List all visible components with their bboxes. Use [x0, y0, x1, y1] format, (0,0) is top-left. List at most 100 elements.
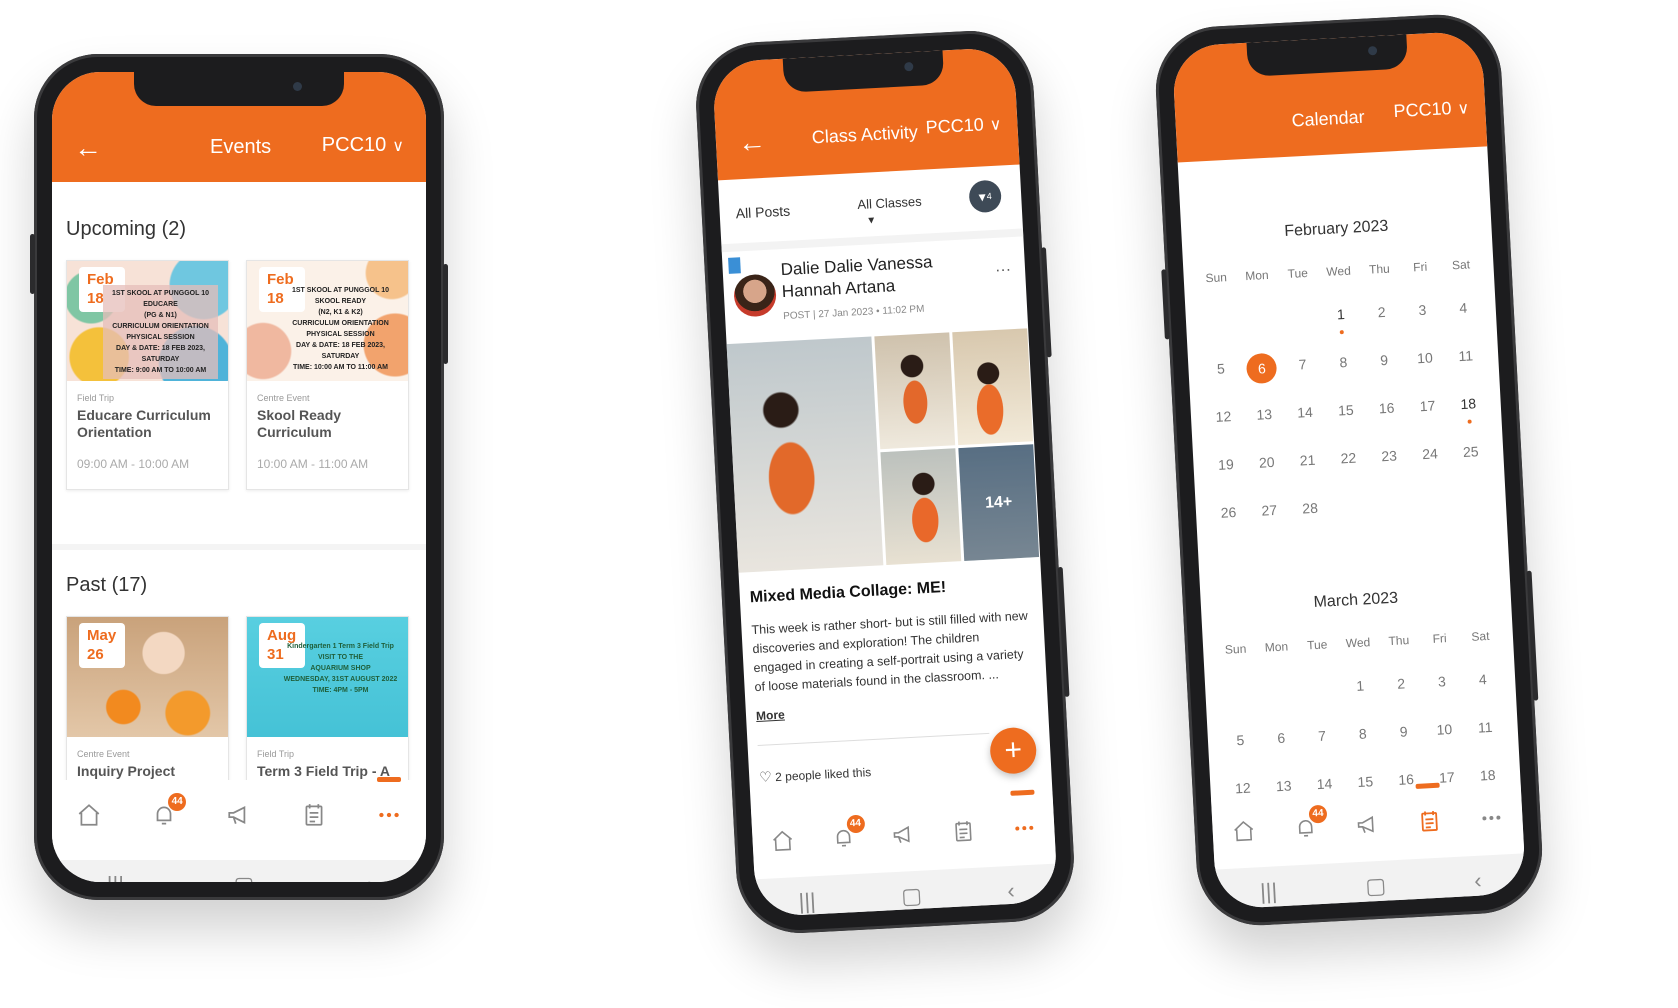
photo[interactable] [726, 336, 884, 573]
all-posts-label[interactable]: All Posts [735, 203, 790, 222]
back-arrow-icon[interactable]: ← [737, 126, 767, 159]
calendar-day[interactable]: 3 [1421, 672, 1463, 694]
bottom-nav: 44 [1210, 781, 1525, 868]
more-icon[interactable] [1470, 797, 1512, 839]
phone-side-button [1057, 566, 1070, 697]
recent-apps-icon[interactable]: ||| [1259, 878, 1277, 905]
calendar-day[interactable]: 27 [1248, 501, 1290, 523]
calendar-icon[interactable] [1408, 782, 1450, 842]
system-back-icon[interactable]: ‹ [1007, 878, 1016, 904]
calendar-icon[interactable] [943, 810, 985, 852]
class-dropdown[interactable]: All Classes ▼ [847, 184, 953, 227]
calendar-day[interactable]: 18 [1447, 395, 1489, 417]
calendar-day[interactable]: 9 [1363, 351, 1405, 373]
bell-icon[interactable]: 44 [144, 793, 187, 835]
calendar-day[interactable]: 2 [1361, 303, 1403, 325]
screen: ← Class Activity PCC10 ∨ All Posts All Cl… [711, 46, 1059, 918]
calendar-day[interactable]: 14 [1284, 403, 1326, 425]
calendar-day[interactable]: 22 [1328, 449, 1370, 471]
post-options-icon[interactable]: ··· [995, 261, 1012, 280]
photo[interactable]: 14+ [958, 444, 1040, 561]
photo-grid[interactable]: 14+ [726, 328, 1040, 573]
calendar-day[interactable]: 10 [1424, 720, 1466, 742]
calendar-day[interactable]: 24 [1409, 445, 1451, 467]
post-author: Dalie Dalie Vanessa Hannah Artana [780, 252, 933, 302]
school-selector[interactable]: PCC10 ∨ [322, 134, 404, 157]
school-label: PCC10 [925, 114, 985, 138]
calendar-icon[interactable] [294, 795, 334, 835]
add-post-button[interactable]: + [989, 726, 1038, 775]
event-card[interactable]: Feb 18 1ST SKOOL AT PUNGGOL 10 SKOOL READ… [246, 260, 409, 490]
calendar-day[interactable]: 13 [1243, 405, 1285, 427]
calendar-day[interactable]: 7 [1282, 355, 1324, 377]
system-back-icon[interactable]: ‹ [1474, 868, 1483, 894]
home-circle-icon[interactable]: ▢ [234, 872, 255, 882]
bottom-nav: 44 [52, 777, 426, 850]
calendar-day[interactable]: 3 [1402, 301, 1444, 323]
calendar-day[interactable]: 28 [1289, 499, 1331, 521]
calendar-day[interactable]: 21 [1287, 451, 1329, 473]
event-card[interactable]: Aug 31 Kindergarten 1 Term 3 Field Trip V… [246, 616, 409, 784]
calendar-day[interactable]: 26 [1208, 503, 1250, 525]
recent-apps-icon[interactable]: ||| [107, 872, 124, 882]
bookmark-icon[interactable] [728, 257, 741, 274]
calendar-day[interactable]: 2 [1380, 675, 1422, 697]
calendar-day[interactable]: 6 [1241, 352, 1283, 385]
calendar-day[interactable]: 8 [1323, 353, 1365, 375]
calendar-day[interactable]: 25 [1450, 443, 1492, 465]
calendar-day[interactable]: 20 [1246, 453, 1288, 475]
calendar-day[interactable]: 5 [1220, 731, 1262, 753]
heart-icon[interactable]: ♡ [759, 768, 772, 785]
active-indicator [1010, 789, 1035, 796]
calendar-day[interactable]: 10 [1404, 349, 1446, 371]
calendar-day[interactable]: 19 [1205, 455, 1247, 477]
phone-class-activity: ← Class Activity PCC10 ∨ All Posts All Cl… [692, 27, 1078, 937]
system-back-icon[interactable]: ‹ [364, 872, 371, 882]
notification-badge: 44 [845, 814, 865, 834]
calendar-day[interactable]: 5 [1200, 360, 1242, 382]
calendar-day[interactable]: 4 [1442, 299, 1484, 321]
more-link[interactable]: More [756, 708, 785, 723]
front-camera [1367, 45, 1378, 56]
home-icon[interactable] [1223, 810, 1265, 852]
section-divider [52, 544, 426, 550]
divider [757, 732, 990, 747]
calendar-day[interactable]: 7 [1301, 727, 1343, 749]
school-selector[interactable]: PCC10 ∨ [1393, 97, 1470, 122]
back-arrow-icon[interactable]: ← [74, 132, 102, 164]
home-circle-icon[interactable]: ▢ [901, 883, 923, 910]
home-circle-icon[interactable]: ▢ [1365, 873, 1387, 900]
calendar-day[interactable]: 11 [1464, 718, 1506, 740]
calendar-day[interactable]: 4 [1462, 670, 1504, 692]
calendar-day[interactable]: 9 [1383, 722, 1425, 744]
likes[interactable]: ♡ 2 people liked this [759, 763, 872, 786]
calendar-day[interactable]: 15 [1325, 401, 1367, 423]
photo[interactable] [880, 448, 962, 566]
bell-icon[interactable]: 44 [1285, 804, 1328, 849]
recent-apps-icon[interactable]: ||| [798, 888, 816, 915]
event-card[interactable]: May26 Centre Event Inquiry Project Tasti… [66, 616, 229, 784]
calendar-day[interactable]: 1 [1339, 677, 1381, 699]
calendar-day[interactable]: 1 [1320, 305, 1362, 327]
bell-icon[interactable]: 44 [822, 814, 865, 859]
more-icon[interactable] [369, 777, 409, 835]
megaphone-icon[interactable] [1347, 803, 1389, 845]
calendar-day[interactable]: 8 [1342, 725, 1384, 747]
calendar-empty-cell [1299, 679, 1341, 701]
photo[interactable] [874, 332, 956, 450]
photo[interactable] [952, 328, 1034, 446]
megaphone-icon[interactable] [882, 813, 924, 855]
calendar-day[interactable]: 23 [1368, 447, 1410, 469]
calendar-day[interactable]: 17 [1407, 397, 1449, 419]
calendar-day[interactable]: 16 [1366, 399, 1408, 421]
calendar-day[interactable]: 6 [1260, 729, 1302, 751]
home-icon[interactable] [69, 795, 109, 835]
home-icon[interactable] [762, 820, 804, 862]
more-icon[interactable] [1003, 789, 1045, 849]
calendar-day[interactable]: 11 [1445, 347, 1487, 369]
filter-icon[interactable]: ▾ 4 [968, 179, 1003, 214]
megaphone-icon[interactable] [219, 795, 259, 835]
calendar-day[interactable]: 12 [1203, 407, 1245, 429]
event-card[interactable]: Feb 18 1ST SKOOL AT PUNGGOL 10 EDUCARE (P… [66, 260, 229, 490]
school-selector[interactable]: PCC10 ∨ [925, 113, 1002, 138]
